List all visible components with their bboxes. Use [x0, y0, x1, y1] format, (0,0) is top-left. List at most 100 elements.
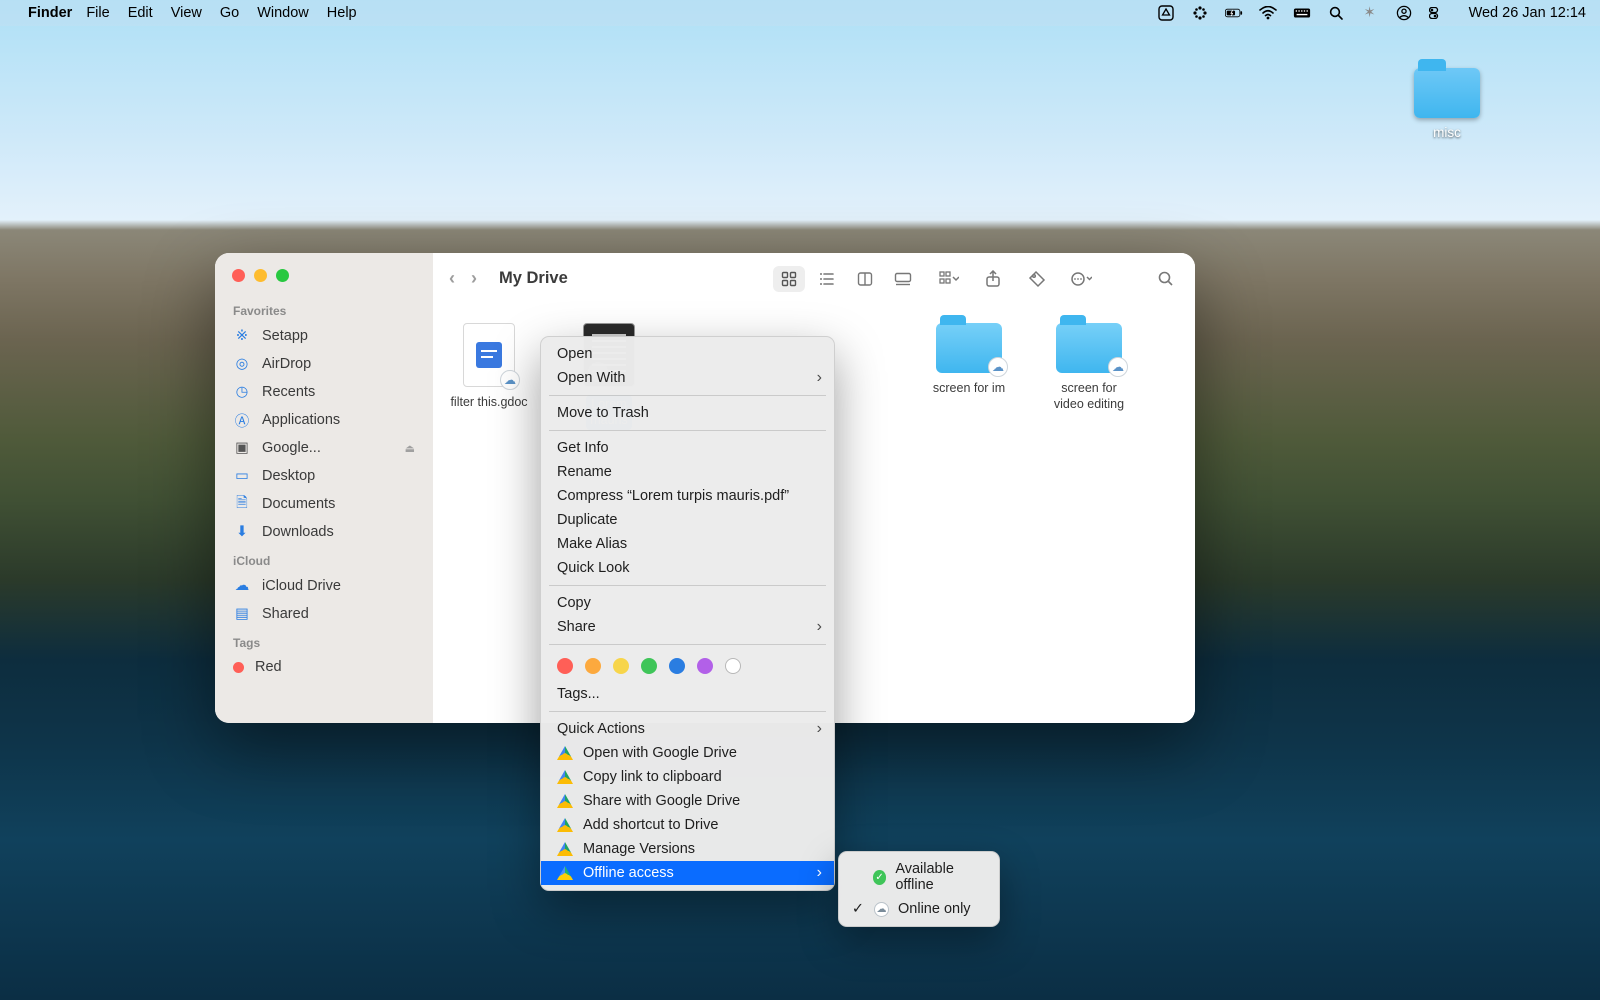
googledrive-icon	[557, 866, 573, 880]
ctx-tags[interactable]: Tags...	[541, 682, 834, 706]
ctx-gd-versions[interactable]: Manage Versions	[541, 837, 834, 861]
file-gdoc[interactable]: ☁ filter this.gdoc	[445, 323, 533, 430]
minimize-button[interactable]	[254, 269, 267, 282]
ctx-getinfo[interactable]: Get Info	[541, 436, 834, 460]
list-view-button[interactable]	[811, 266, 843, 292]
group-button[interactable]	[935, 266, 963, 292]
tag-swatch-blue[interactable]	[669, 658, 685, 674]
menu-window[interactable]: Window	[257, 5, 309, 21]
wifi-icon[interactable]	[1259, 4, 1277, 22]
zoom-button[interactable]	[276, 269, 289, 282]
keyboard-icon[interactable]	[1293, 4, 1311, 22]
context-menu: Open Open With Move to Trash Get Info Re…	[540, 336, 835, 891]
column-view-button[interactable]	[849, 266, 881, 292]
window-controls	[215, 267, 433, 296]
checkmark-icon: ✓	[851, 901, 865, 917]
gdoc-icon: ☁	[463, 323, 515, 387]
actions-button[interactable]	[1067, 266, 1095, 292]
sidebar-item-documents[interactable]: 🗎Documents	[215, 490, 433, 518]
ctx-copy[interactable]: Copy	[541, 591, 834, 615]
tags-button[interactable]	[1023, 266, 1051, 292]
submenu-online-only[interactable]: ✓ ☁ Online only	[839, 897, 999, 921]
ctx-duplicate[interactable]: Duplicate	[541, 508, 834, 532]
downloads-icon: ⬇	[233, 523, 251, 541]
ctx-rename[interactable]: Rename	[541, 460, 834, 484]
desktop: Finder File Edit View Go Window Help ✶ W…	[0, 0, 1600, 1000]
icon-view-button[interactable]	[773, 266, 805, 292]
googledrive-icon: ▣	[233, 439, 251, 457]
search-button[interactable]	[1151, 266, 1179, 292]
status-icons: ✶ Wed 26 Jan 12:14	[1157, 4, 1586, 22]
ctx-gd-copylink[interactable]: Copy link to clipboard	[541, 765, 834, 789]
cloud-badge-icon: ☁	[988, 357, 1008, 377]
menubar-clock[interactable]: Wed 26 Jan 12:14	[1469, 5, 1586, 21]
submenu-available-offline[interactable]: ✓ Available offline	[839, 857, 999, 897]
tag-swatch-none[interactable]	[725, 658, 741, 674]
file-folder-video[interactable]: ☁ screen for video editing	[1045, 323, 1133, 430]
ctx-quicklook[interactable]: Quick Look	[541, 556, 834, 580]
ctx-gd-share[interactable]: Share with Google Drive	[541, 789, 834, 813]
status-app2-icon[interactable]	[1191, 4, 1209, 22]
sidebar-tag-red[interactable]: Red	[215, 654, 433, 680]
tag-swatch-yellow[interactable]	[613, 658, 629, 674]
ctx-quick-actions[interactable]: Quick Actions	[541, 717, 834, 741]
menu-go[interactable]: Go	[220, 5, 239, 21]
finder-sidebar: Favorites ※Setapp ◎AirDrop ◷Recents ⒶApp…	[215, 253, 433, 723]
googledrive-icon	[557, 842, 573, 856]
ctx-open[interactable]: Open	[541, 342, 834, 366]
googledrive-icon	[557, 746, 573, 760]
sidebar-item-setapp[interactable]: ※Setapp	[215, 322, 433, 350]
spotlight-icon[interactable]	[1327, 4, 1345, 22]
tag-swatch-red[interactable]	[557, 658, 573, 674]
share-button[interactable]	[979, 266, 1007, 292]
cloud-badge-icon: ☁	[1108, 357, 1128, 377]
nav-back-button[interactable]: ‹	[449, 268, 455, 289]
ctx-compress[interactable]: Compress “Lorem turpis mauris.pdf”	[541, 484, 834, 508]
menu-view[interactable]: View	[171, 5, 202, 21]
icloud-icon: ☁	[233, 577, 251, 595]
eject-icon[interactable]: ⏏	[405, 442, 415, 455]
folder-icon: ☁	[1056, 323, 1122, 373]
ctx-alias[interactable]: Make Alias	[541, 532, 834, 556]
available-offline-icon: ✓	[873, 870, 887, 885]
folder-icon: ☁	[936, 323, 1002, 373]
sidebar-item-downloads[interactable]: ⬇Downloads	[215, 518, 433, 546]
cloud-badge-icon: ☁	[500, 370, 520, 390]
ctx-gd-open[interactable]: Open with Google Drive	[541, 741, 834, 765]
menu-edit[interactable]: Edit	[128, 5, 153, 21]
nav-forward-button[interactable]: ›	[471, 268, 477, 289]
menu-file[interactable]: File	[86, 5, 109, 21]
online-only-icon: ☁	[874, 902, 889, 917]
menu-help[interactable]: Help	[327, 5, 357, 21]
folder-icon	[1414, 68, 1480, 118]
tag-swatch-green[interactable]	[641, 658, 657, 674]
tag-swatch-purple[interactable]	[697, 658, 713, 674]
sidebar-item-googledrive[interactable]: ▣Google...⏏	[215, 434, 433, 462]
airdrop-icon: ◎	[233, 355, 251, 373]
desktop-folder-misc[interactable]: misc	[1414, 68, 1480, 140]
sidebar-item-applications[interactable]: ⒶApplications	[215, 406, 433, 434]
user-icon[interactable]	[1395, 4, 1413, 22]
app-menu[interactable]: Finder	[28, 5, 72, 21]
ctx-share[interactable]: Share	[541, 615, 834, 639]
bluetooth-off-icon[interactable]: ✶	[1361, 4, 1379, 22]
ctx-gd-offline[interactable]: Offline access	[541, 861, 834, 885]
close-button[interactable]	[232, 269, 245, 282]
googledrive-icon	[557, 770, 573, 784]
sidebar-item-desktop[interactable]: ▭Desktop	[215, 462, 433, 490]
separator	[549, 395, 826, 396]
sidebar-item-recents[interactable]: ◷Recents	[215, 378, 433, 406]
ctx-open-with[interactable]: Open With	[541, 366, 834, 390]
battery-icon[interactable]	[1225, 4, 1243, 22]
file-folder-im[interactable]: ☁ screen for im	[925, 323, 1013, 430]
gallery-view-button[interactable]	[887, 266, 919, 292]
tag-swatch-orange[interactable]	[585, 658, 601, 674]
offline-submenu: ✓ Available offline ✓ ☁ Online only	[838, 851, 1000, 927]
ctx-trash[interactable]: Move to Trash	[541, 401, 834, 425]
ctx-gd-shortcut[interactable]: Add shortcut to Drive	[541, 813, 834, 837]
control-center-icon[interactable]	[1429, 4, 1447, 22]
sidebar-item-shared[interactable]: ▤Shared	[215, 600, 433, 628]
sidebar-item-iclouddrive[interactable]: ☁iCloud Drive	[215, 572, 433, 600]
status-app1-icon[interactable]	[1157, 4, 1175, 22]
sidebar-item-airdrop[interactable]: ◎AirDrop	[215, 350, 433, 378]
